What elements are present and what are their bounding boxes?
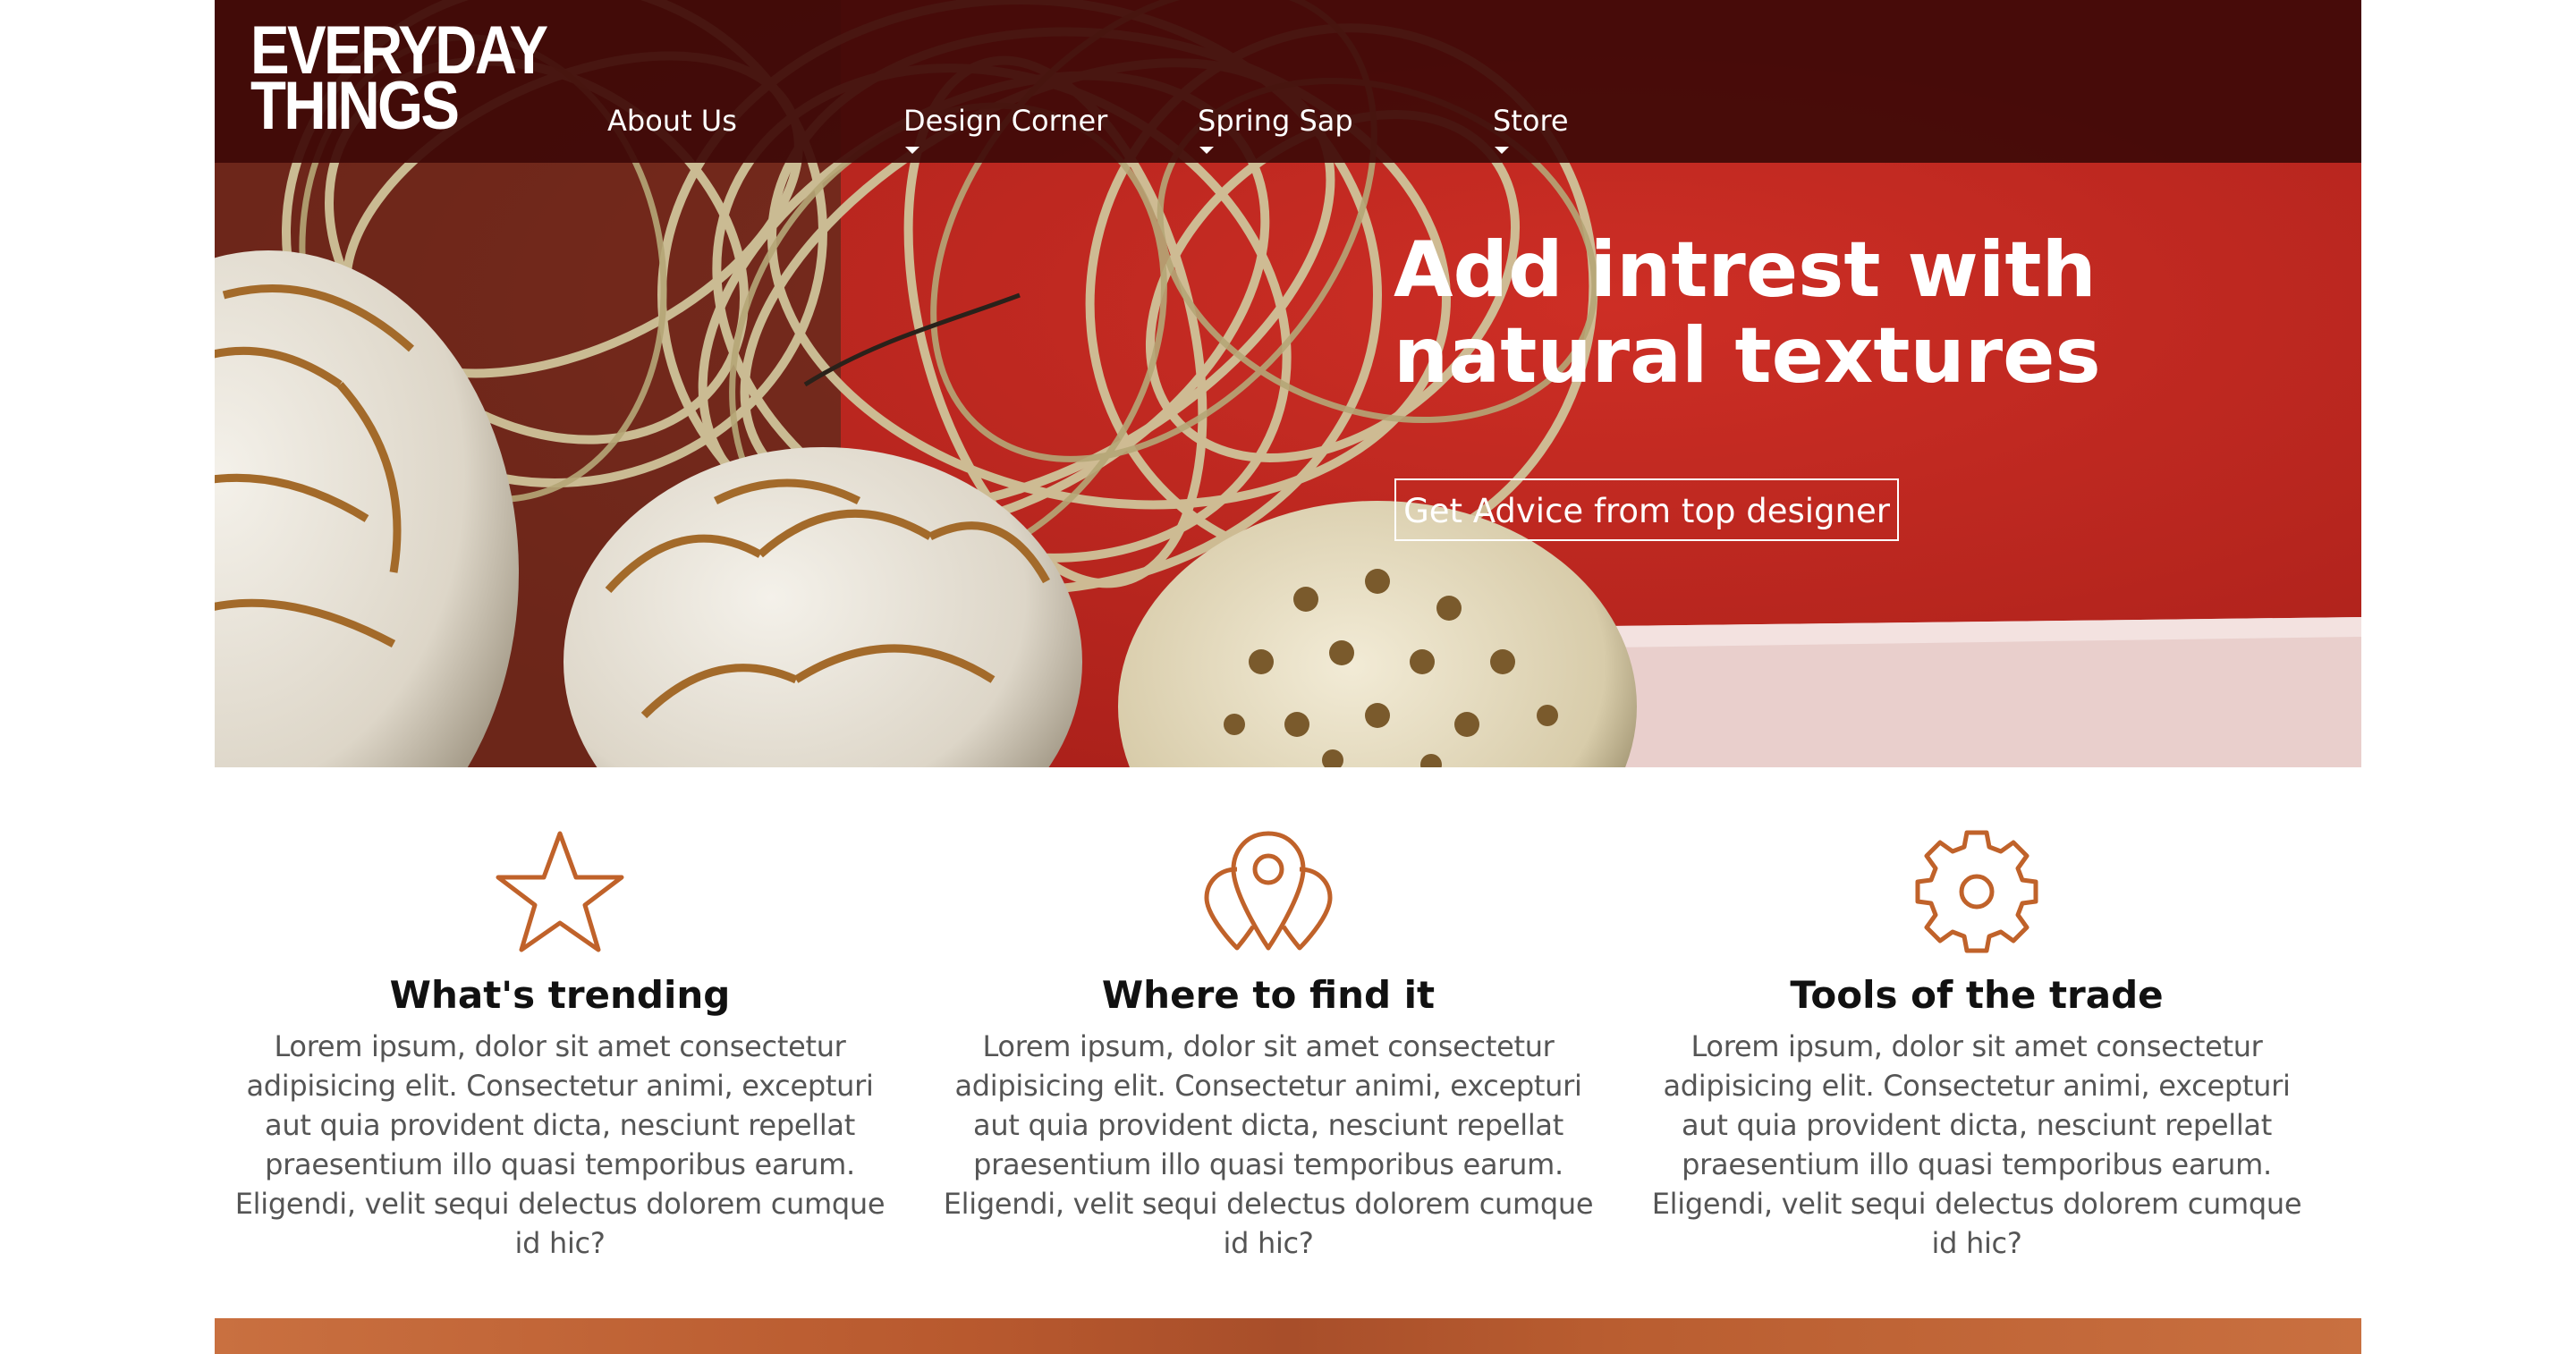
feature-tools-of-the-trade: Tools of the trade Lorem ipsum, dolor si… bbox=[1637, 828, 2317, 1263]
footer-banner-strip bbox=[215, 1318, 2361, 1354]
nav-item-spring-sap[interactable]: Spring Sap bbox=[1198, 104, 1353, 154]
feature-body: Lorem ipsum, dolor sit amet consectetur … bbox=[234, 1029, 886, 1260]
dropdown-caret-icon bbox=[1495, 147, 1509, 154]
top-navigation-bar: EVERYDAY THINGS About Us Design Corner S… bbox=[215, 0, 2361, 163]
feature-title: What's trending bbox=[389, 973, 731, 1017]
feature-where-to-find-it: Where to find it Lorem ipsum, dolor sit … bbox=[928, 828, 1608, 1263]
feature-whats-trending: What's trending Lorem ipsum, dolor sit a… bbox=[220, 828, 900, 1263]
nav-item-about-us[interactable]: About Us bbox=[607, 104, 737, 138]
main-nav: About Us Design Corner Spring Sap Store bbox=[215, 0, 2361, 163]
gear-icon bbox=[1915, 830, 2038, 953]
star-icon bbox=[496, 831, 624, 952]
hero-banner: EVERYDAY THINGS About Us Design Corner S… bbox=[215, 0, 2361, 767]
feature-body: Lorem ipsum, dolor sit amet consectetur … bbox=[943, 1029, 1594, 1260]
dropdown-caret-icon bbox=[905, 147, 919, 154]
feature-body: Lorem ipsum, dolor sit amet consectetur … bbox=[1651, 1029, 2302, 1260]
hero-headline-line-2: natural textures bbox=[1394, 311, 2101, 401]
dropdown-caret-icon bbox=[1199, 147, 1214, 154]
nav-item-label: About Us bbox=[607, 104, 737, 138]
nav-item-store[interactable]: Store bbox=[1493, 104, 1569, 154]
hero-headline-line-1: Add intrest with bbox=[1394, 225, 2097, 315]
nav-item-design-corner[interactable]: Design Corner bbox=[903, 104, 1108, 154]
hero-headline: Add intrest with natural textures bbox=[1394, 227, 2199, 399]
get-advice-button[interactable]: Get Advice from top designer bbox=[1394, 478, 1899, 541]
nav-item-label: Store bbox=[1493, 104, 1569, 138]
page: EVERYDAY THINGS About Us Design Corner S… bbox=[215, 0, 2361, 1354]
nav-item-label: Spring Sap bbox=[1198, 104, 1353, 138]
feature-title: Tools of the trade bbox=[1790, 973, 2164, 1017]
location-pins-icon bbox=[1204, 831, 1333, 951]
nav-item-label: Design Corner bbox=[903, 104, 1108, 138]
feature-title: Where to find it bbox=[1101, 973, 1436, 1017]
